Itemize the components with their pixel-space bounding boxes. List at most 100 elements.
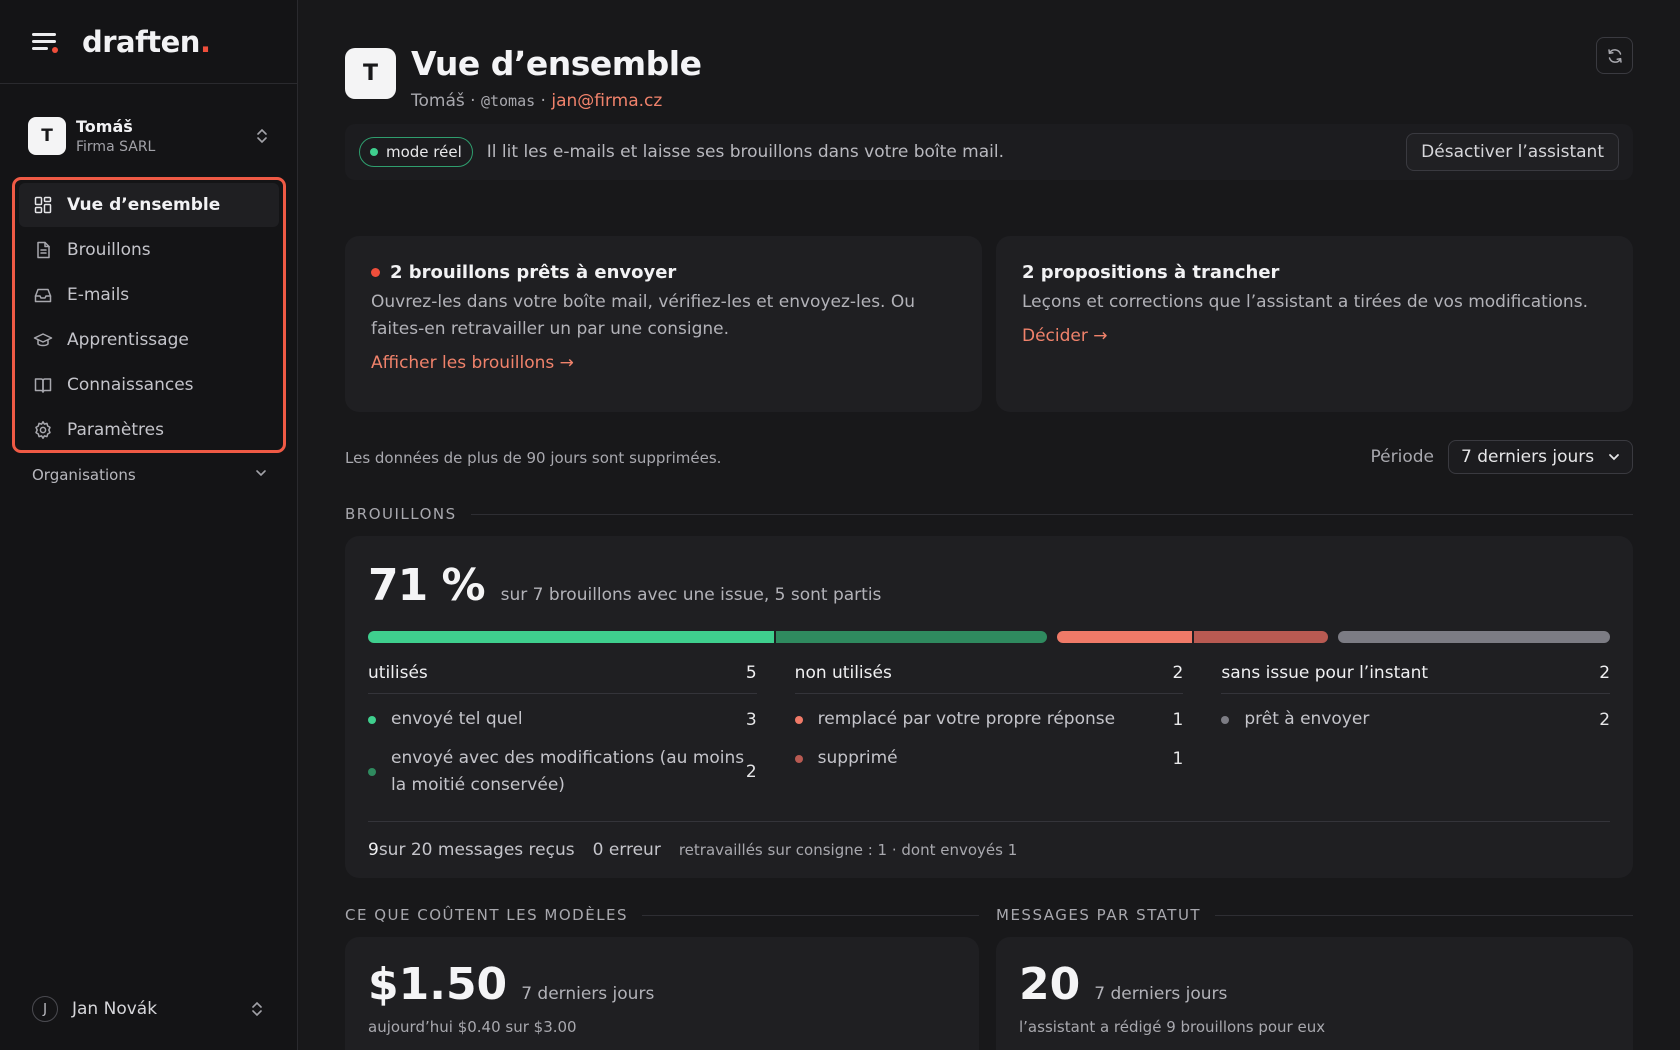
- user-name: Jan Novák: [72, 999, 158, 1019]
- messages-card: 20 7 derniers jours l’assistant a rédigé …: [996, 937, 1633, 1050]
- sidebar: draften. T Tomáš Firma SARL Vue d’ensemb…: [0, 0, 298, 1050]
- period-select[interactable]: 7 derniers jours: [1448, 440, 1633, 474]
- column-header: utilisés 5: [368, 663, 757, 694]
- show-drafts-link[interactable]: Afficher les brouillons →: [371, 353, 574, 373]
- ready-drafts-card: 2 brouillons prêts à envoyer Ouvrez-les …: [345, 236, 982, 412]
- legend-dot: [1221, 715, 1230, 724]
- drafts-outcome-bar: [368, 631, 1611, 643]
- messages-value: 20: [1019, 959, 1081, 1010]
- bar-group: [1338, 631, 1611, 643]
- drafts-breakdown: utilisés 5 envoyé tel quel 3 envoyé avec des…: [368, 663, 1611, 799]
- grid-icon: [34, 196, 52, 214]
- breakdown-column: non utilisés 2 remplacé par votre propre r…: [794, 663, 1184, 799]
- period-picker: Période 7 derniers jours: [1371, 440, 1633, 474]
- decide-link[interactable]: Décider →: [1022, 326, 1108, 346]
- account-avatar: T: [28, 117, 66, 155]
- inbox-icon: [34, 288, 52, 303]
- breakdown-row: prêt à envoyer 2: [1221, 706, 1610, 733]
- column-header: non utilisés 2: [794, 663, 1184, 694]
- header-avatar: T: [345, 48, 396, 99]
- status-dot: [370, 148, 378, 156]
- sidebar-item-drafts[interactable]: Brouillons: [19, 228, 279, 272]
- card-body: Leçons et corrections que l’assistant a …: [1022, 292, 1588, 312]
- cost-value: $1.50: [368, 959, 508, 1010]
- app: draften. T Tomáš Firma SARL Vue d’ensemb…: [0, 0, 1680, 1050]
- legend-dot: [368, 768, 376, 776]
- breakdown-column: sans issue pour l’instant 2 prêt à envoyer…: [1221, 663, 1611, 799]
- retention-note: Les données de plus de 90 jours sont sup…: [345, 449, 722, 467]
- page-header: T Vue d’ensemble Tomáš · @tomas · jan@fi…: [345, 44, 702, 111]
- mode-badge: mode réel: [359, 137, 473, 167]
- document-icon: [37, 241, 50, 259]
- organisations-toggle[interactable]: Organisations: [32, 466, 268, 484]
- sidebar-item-label: Vue d’ensemble: [67, 195, 221, 215]
- gear-icon: [35, 421, 51, 439]
- sidebar-item-settings[interactable]: Paramètres: [19, 408, 279, 452]
- breakdown-column: utilisés 5 envoyé tel quel 3 envoyé avec des…: [368, 663, 757, 799]
- user-menu[interactable]: J Jan Novák: [32, 996, 264, 1022]
- sidebar-item-learning[interactable]: Apprentissage: [19, 318, 279, 362]
- legend-dot: [368, 715, 376, 724]
- logo: draften.: [82, 24, 211, 59]
- refresh-icon: [1607, 48, 1622, 63]
- drafts-card: 71 % sur 7 brouillons avec une issue, 5 …: [345, 536, 1633, 878]
- main-content: T Vue d’ensemble Tomáš · @tomas · jan@fi…: [298, 0, 1680, 1050]
- breakdown-row: remplacé par votre propre réponse 1: [794, 706, 1183, 733]
- card-title: 2 propositions à trancher: [1022, 262, 1280, 283]
- error-count: 0 erreur: [592, 840, 661, 860]
- sidebar-item-label: Brouillons: [67, 240, 151, 260]
- sidebar-item-label: Paramètres: [67, 420, 164, 440]
- card-body: Ouvrez-les dans votre boîte mail, vérifi…: [371, 292, 916, 339]
- drafts-rate: 71 %: [368, 560, 486, 611]
- bar-segment-pending: [1338, 631, 1611, 643]
- legend-dot: [794, 754, 803, 763]
- bar-segment-sent_modified: [774, 631, 1047, 643]
- section-messages-heading: MESSAGES PAR STATUT: [996, 906, 1633, 924]
- rework-stats: retravaillés sur consigne : 1 · dont env…: [678, 841, 1018, 859]
- alert-dot: [371, 268, 380, 277]
- bar-group: [368, 631, 1047, 643]
- banner-text: Il lit les e-mails et laisse ses brouill…: [486, 142, 1005, 162]
- section-drafts-heading: BROUILLONS: [345, 505, 1633, 523]
- sidebar-item-label: Apprentissage: [67, 330, 189, 350]
- breakdown-row: envoyé tel quel 3: [368, 706, 757, 733]
- refresh-button[interactable]: [1596, 37, 1633, 74]
- proposals-card: 2 propositions à trancher Leçons et corr…: [996, 236, 1633, 412]
- disable-assistant-button[interactable]: Désactiver l’assistant: [1406, 133, 1619, 171]
- user-avatar: J: [32, 996, 58, 1022]
- account-name: Tomáš: [76, 117, 133, 136]
- bar-segment-deleted: [1191, 631, 1329, 643]
- sidebar-nav: Vue d’ensemble Brouillons E-mails Apprentis…: [12, 177, 286, 453]
- email-link[interactable]: jan@firma.cz: [551, 91, 662, 111]
- graduation-cap-icon: [33, 333, 53, 347]
- chevron-down-icon: [256, 470, 266, 477]
- account-switcher[interactable]: T Tomáš Firma SARL: [0, 101, 297, 171]
- breakdown-row: supprimé 1: [794, 745, 1183, 772]
- sidebar-item-knowledge[interactable]: Connaissances: [19, 363, 279, 407]
- sidebar-item-label: Connaissances: [67, 375, 194, 395]
- column-header: sans issue pour l’instant 2: [1221, 663, 1611, 694]
- user-identity: Tomáš · @tomas · jan@firma.cz: [411, 91, 663, 111]
- sidebar-item-emails[interactable]: E-mails: [19, 273, 279, 317]
- mode-banner: mode réel Il lit les e-mails et laisse s…: [345, 124, 1633, 180]
- period-label: Période: [1370, 447, 1434, 467]
- chevron-down-icon: [1609, 454, 1619, 461]
- sidebar-item-overview[interactable]: Vue d’ensemble: [19, 183, 279, 227]
- brand-bar: draften.: [0, 0, 297, 84]
- bar-segment-sent_as_is: [368, 631, 775, 643]
- book-icon: [34, 378, 52, 393]
- costs-card: $1.50 7 derniers jours aujourd’hui $0.40 …: [345, 937, 979, 1050]
- card-title: 2 brouillons prêts à envoyer: [371, 262, 956, 283]
- legend-dot: [794, 715, 803, 724]
- action-cards: 2 brouillons prêts à envoyer Ouvrez-les …: [345, 236, 1633, 412]
- chevron-up-down-icon: [252, 1001, 262, 1017]
- messages-note: l’assistant a rédigé 9 brouillons pour e…: [1019, 1018, 1326, 1036]
- bar-segment-replaced: [1056, 631, 1192, 643]
- page-title: Vue d’ensemble: [411, 44, 702, 83]
- drafts-footer: 9 sur 20 messages reçus 0 erreur retrava…: [368, 821, 1610, 860]
- organisations-label: Organisations: [32, 466, 136, 484]
- bar-group: [1056, 631, 1329, 643]
- menu-icon[interactable]: [32, 31, 58, 53]
- sidebar-item-label: E-mails: [67, 285, 130, 305]
- breakdown-row: envoyé avec des modifications (au moins …: [368, 745, 757, 799]
